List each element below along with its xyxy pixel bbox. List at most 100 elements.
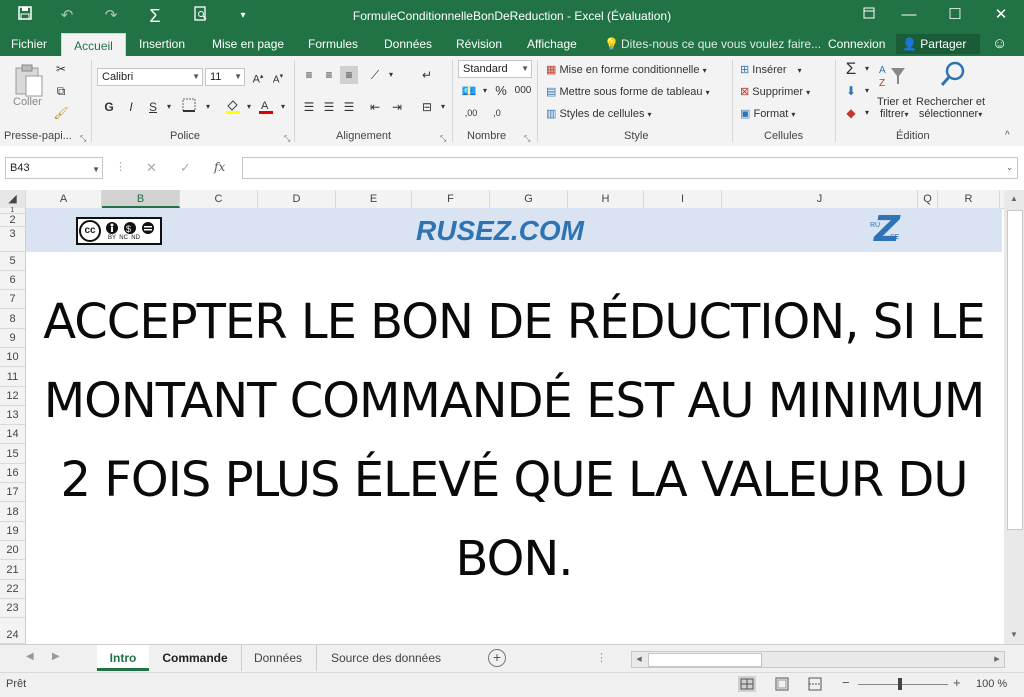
row-header[interactable]: 22 <box>0 580 25 599</box>
row-header[interactable]: 23 <box>0 599 25 618</box>
magnifier-icon[interactable] <box>938 60 968 90</box>
sort-filter-icon[interactable]: AZ <box>878 62 908 90</box>
sheet-tab-commande[interactable]: Commande <box>152 645 238 671</box>
delete-cells-button[interactable]: ⊠ Supprimer ▾ <box>740 85 810 98</box>
column-header[interactable]: B <box>102 190 180 208</box>
alignment-launcher-icon[interactable]: ⤡ <box>440 134 446 144</box>
horizontal-scroll-thumb[interactable] <box>648 653 762 667</box>
row-header[interactable]: 12 <box>0 387 25 406</box>
sheet-tab-source[interactable]: Source des données <box>316 645 455 671</box>
share-button[interactable]: 👤 Partager <box>896 34 980 54</box>
minimize-icon[interactable]: — <box>886 0 932 32</box>
font-size-select[interactable]: 11 ▼ <box>205 68 245 86</box>
conditional-formatting-button[interactable]: ▦ Mise en forme conditionnelle ▾ <box>546 63 707 76</box>
row-header[interactable]: 8 <box>0 309 25 329</box>
column-header[interactable]: F <box>412 190 490 208</box>
shrink-font-icon[interactable]: A▾ <box>269 68 287 86</box>
paste-button[interactable]: Coller <box>13 96 42 108</box>
vertical-scrollbar[interactable]: ▲ ▼ <box>1004 190 1024 646</box>
row-header[interactable]: 20 <box>0 541 25 560</box>
font-color-icon[interactable]: A <box>257 98 275 116</box>
number-launcher-icon[interactable]: ⤡ <box>524 134 530 144</box>
align-center-icon[interactable]: ☰ <box>320 98 338 116</box>
select-all-corner[interactable]: ◢ <box>0 190 26 208</box>
cancel-entry-icon[interactable]: ✕ <box>146 160 157 176</box>
column-header[interactable]: H <box>568 190 644 208</box>
tab-review[interactable]: Révision <box>456 32 502 56</box>
sort-filter-button[interactable]: Trier et filtrer▾ <box>877 96 911 120</box>
row-header[interactable]: 5 <box>0 252 25 271</box>
chevron-down-icon[interactable]: ▾ <box>160 98 178 116</box>
paste-icon[interactable] <box>12 62 46 97</box>
page-layout-view-icon[interactable] <box>773 676 791 695</box>
tab-split-handle-icon[interactable]: ⋮ <box>596 651 607 664</box>
increase-indent-icon[interactable]: ⇥ <box>388 98 406 116</box>
tab-file[interactable]: Fichier <box>11 32 47 56</box>
column-header[interactable]: G <box>490 190 568 208</box>
align-right-icon[interactable]: ☰ <box>340 98 358 116</box>
maximize-icon[interactable]: ☐ <box>932 0 978 32</box>
row-header[interactable]: 24 <box>0 618 25 644</box>
sheet-tab-donnees[interactable]: Données <box>241 645 314 671</box>
row-header[interactable]: 2 <box>0 214 25 227</box>
tab-scroll-right-icon[interactable]: ▶ <box>52 651 60 662</box>
chevron-down-icon[interactable]: ▾ <box>858 82 876 100</box>
clipboard-launcher-icon[interactable]: ⤡ <box>80 134 86 144</box>
column-header[interactable]: J <box>722 190 918 208</box>
cell-styles-button[interactable]: ▥ Styles de cellules ▾ <box>546 107 652 120</box>
row-header[interactable]: 21 <box>0 560 25 580</box>
increase-decimal-button[interactable]: ,00 <box>460 104 482 122</box>
column-header[interactable]: R <box>938 190 1000 208</box>
sign-in-link[interactable]: Connexion <box>828 32 885 56</box>
row-header[interactable]: 3 <box>0 227 25 252</box>
chevron-down-icon[interactable]: ▾ <box>240 98 258 116</box>
row-header[interactable]: 19 <box>0 522 25 541</box>
zoom-in-icon[interactable]: + <box>953 675 961 690</box>
tab-data[interactable]: Données <box>384 32 432 56</box>
number-format-select[interactable]: Standard ▼ <box>458 60 532 78</box>
column-header[interactable]: D <box>258 190 336 208</box>
font-launcher-icon[interactable]: ⤡ <box>284 134 290 144</box>
decrease-indent-icon[interactable]: ⇤ <box>366 98 384 116</box>
smiley-feedback-icon[interactable]: ☺ <box>992 32 1007 56</box>
confirm-entry-icon[interactable]: ✓ <box>180 160 191 176</box>
name-box[interactable]: B43 ▼ <box>5 157 103 179</box>
tab-home[interactable]: Accueil <box>61 33 126 58</box>
copy-icon[interactable]: ⧉ <box>52 82 70 100</box>
chevron-down-icon[interactable]: ▾ <box>858 60 876 78</box>
percent-button[interactable]: % <box>492 82 510 100</box>
row-header[interactable]: 17 <box>0 483 25 502</box>
tell-me-search[interactable]: Dites-nous ce que vous voulez faire... <box>621 32 821 56</box>
add-sheet-icon[interactable]: + <box>488 649 506 667</box>
bold-button[interactable]: G <box>100 98 118 116</box>
decrease-decimal-button[interactable]: ,0 <box>486 104 508 122</box>
tab-insert[interactable]: Insertion <box>139 32 185 56</box>
vertical-scroll-thumb[interactable] <box>1007 210 1023 530</box>
chevron-down-icon[interactable]: ▾ <box>199 98 217 116</box>
insert-cells-button[interactable]: ⊞ Insérer ▾ <box>740 63 802 76</box>
page-break-view-icon[interactable] <box>806 676 824 695</box>
close-icon[interactable]: ✕ <box>978 0 1024 32</box>
column-header[interactable]: C <box>180 190 258 208</box>
grow-font-icon[interactable]: A▴ <box>249 68 267 86</box>
format-cells-button[interactable]: ▣ Format ▾ <box>740 107 795 120</box>
wrap-text-icon[interactable]: ↵ <box>418 66 436 84</box>
format-painter-icon[interactable]: 🖌 <box>52 104 70 122</box>
tab-view[interactable]: Affichage <box>527 32 577 56</box>
row-header[interactable]: 14 <box>0 425 25 444</box>
row-header[interactable]: 15 <box>0 444 25 464</box>
cut-icon[interactable]: ✂ <box>52 60 70 78</box>
align-left-icon[interactable]: ☰ <box>300 98 318 116</box>
row-header[interactable]: 7 <box>0 290 25 309</box>
tab-formulas[interactable]: Formules <box>308 32 358 56</box>
chevron-down-icon[interactable]: ▾ <box>858 104 876 122</box>
zoom-level[interactable]: 100 % <box>976 678 1007 690</box>
scroll-down-icon[interactable]: ▼ <box>1004 626 1024 644</box>
scroll-right-icon[interactable]: ▶ <box>990 652 1004 667</box>
chevron-down-icon[interactable]: ▾ <box>274 98 292 116</box>
align-middle-icon[interactable]: ≡ <box>320 66 338 84</box>
row-header[interactable]: 11 <box>0 367 25 387</box>
row-header[interactable]: 6 <box>0 271 25 290</box>
format-as-table-button[interactable]: ▤ Mettre sous forme de tableau ▾ <box>546 85 710 98</box>
zoom-out-icon[interactable]: − <box>842 675 850 690</box>
